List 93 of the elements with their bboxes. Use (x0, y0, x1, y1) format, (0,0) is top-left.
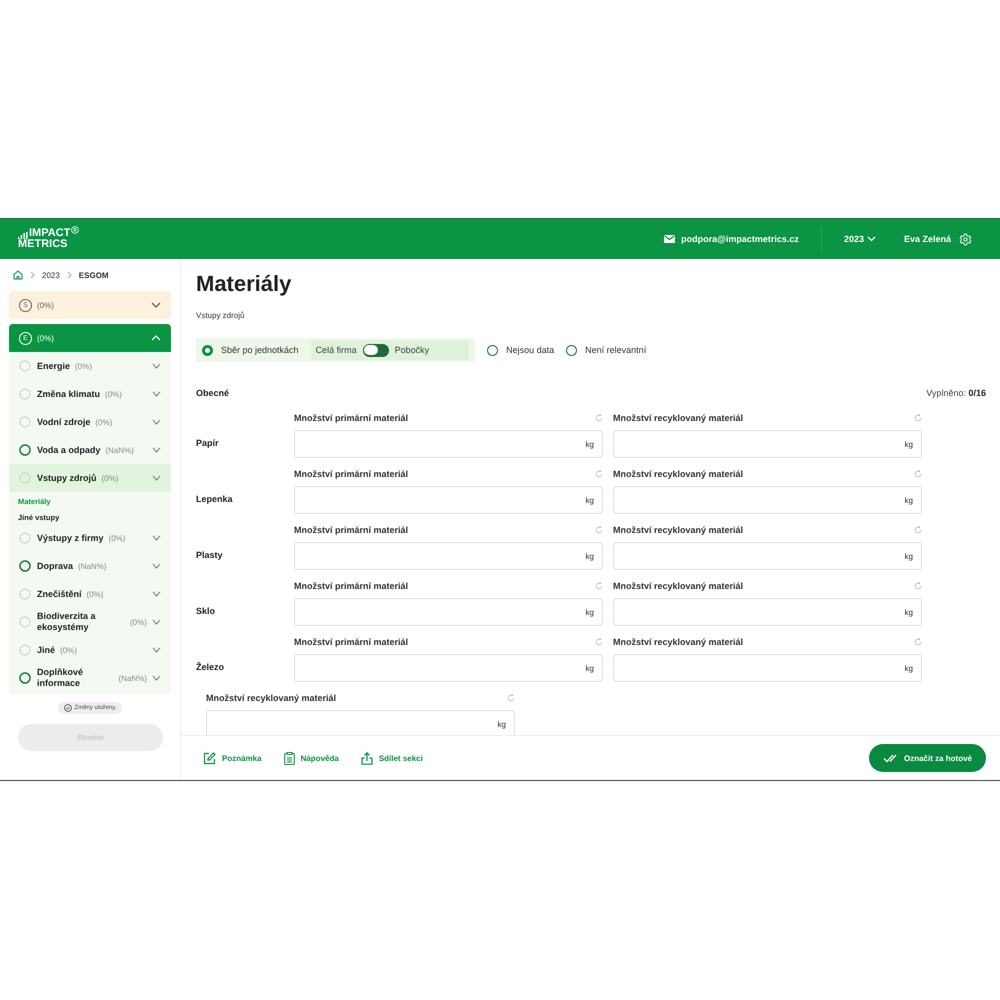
category-percent: (NaN%) (105, 446, 134, 454)
category-item[interactable]: Doprava (NaN%) (9, 552, 171, 580)
field-label: Množství recyklovaný materiál (613, 581, 744, 591)
input-field[interactable]: kg (613, 486, 922, 514)
breadcrumb-link[interactable]: 2023 (42, 270, 60, 280)
field-label: Množství recyklovaný materiál (613, 637, 744, 647)
radio-option[interactable]: Nejsou data (487, 344, 554, 356)
section-percent: (0%) (37, 300, 54, 310)
category-percent: (NaN%) (118, 674, 147, 682)
category-percent: (0%) (86, 590, 104, 598)
category-label: Doprava (37, 560, 74, 572)
input-field[interactable]: kg (294, 430, 603, 458)
category-percent: (0%) (130, 618, 147, 626)
row-label: Plasty (196, 550, 224, 562)
field-label: Množství primární materiál (294, 637, 408, 647)
unit-label: kg (586, 608, 594, 616)
category-item[interactable]: Vstupy zdrojů (0%) (9, 464, 171, 492)
radio-option[interactable]: Sběr po jednotkách (202, 344, 299, 356)
category-label: Voda a odpady (37, 444, 100, 456)
section-title: Obecné (196, 388, 230, 398)
category-label: Energie (37, 360, 70, 372)
category-item[interactable]: Jiné (0%) (9, 636, 171, 664)
field-label: Množství primární materiál (294, 525, 408, 535)
unit-label: kg (586, 496, 594, 504)
logo-text: IMPACT (29, 228, 70, 239)
category-percent: (NaN%) (78, 562, 106, 570)
category-label: Výstupy z firmy (37, 532, 104, 544)
field-label: Množství recyklovaný materiál (613, 469, 744, 479)
category-percent: (0%) (102, 474, 118, 482)
progress-text: Vyplněno: 0/16 (926, 388, 986, 398)
input-field[interactable]: kg (294, 486, 603, 514)
footer-action-link[interactable]: Poznámka (203, 752, 262, 764)
category-item[interactable]: Biodiverzita a ekosystémy (0%) (9, 608, 171, 636)
category-item[interactable]: Energie (0%) (9, 352, 171, 380)
unit-label: kg (904, 496, 913, 504)
row-label: Papír (196, 438, 220, 450)
year-dropdown[interactable]: 2023 (844, 234, 876, 244)
field-label: Množství primární materiál (294, 469, 408, 479)
unit-label: kg (904, 664, 913, 672)
field-label: Množství recyklovaný materiál (206, 693, 336, 703)
unit-label: kg (586, 664, 594, 672)
row-label: Železo (196, 662, 226, 674)
field-label: Množství primární materiál (294, 413, 408, 423)
category-percent: (0%) (95, 418, 112, 426)
category-label: Změna klimatu (37, 388, 100, 400)
input-field[interactable]: kg (294, 654, 603, 682)
category-percent: (0%) (105, 390, 122, 398)
unit-label: kg (904, 440, 913, 448)
toggle-label: Celá firma (316, 345, 357, 355)
unit-label: kg (904, 552, 913, 560)
radio-option[interactable]: Není relevantní (566, 344, 646, 356)
field-label: Množství recyklovaný materiál (613, 525, 744, 535)
input-field[interactable]: kg (613, 542, 922, 570)
category-percent: (0%) (60, 646, 77, 654)
input-field[interactable]: kg (613, 598, 922, 626)
category-item[interactable]: Změna klimatu (0%) (9, 380, 171, 408)
category-item[interactable]: Výstupy z firmy (0%) (9, 524, 171, 552)
category-item[interactable]: Znečištění (0%) (9, 580, 171, 608)
breadcrumb-link[interactable]: ESGOM (78, 270, 109, 280)
category-label: Vodní zdroje (37, 416, 90, 428)
unit-label: kg (498, 720, 506, 728)
unit-label: kg (586, 440, 594, 448)
category-item[interactable]: Vodní zdroje (0%) (9, 408, 171, 436)
input-field[interactable]: kg (294, 542, 603, 570)
input-field[interactable]: kg (206, 710, 515, 735)
category-percent: (0%) (108, 534, 126, 542)
row-label: Sklo (196, 606, 216, 618)
unit-label: kg (904, 608, 913, 616)
category-label: Vstupy zdrojů (37, 472, 97, 484)
category-item[interactable]: Doplňkové informace (NaN%) (9, 664, 171, 692)
footer-action-link[interactable]: Sdílet sekci (360, 752, 423, 764)
category-label: Biodiverzita a ekosystémy (37, 611, 97, 633)
category-item[interactable]: Voda a odpady (NaN%) (9, 436, 171, 464)
field-label: Množství recyklovaný materiál (613, 413, 744, 423)
logo-text: METRICS (18, 239, 68, 250)
input-field[interactable]: kg (613, 654, 922, 682)
email-link[interactable]: podpora@impactmetrics.cz (664, 234, 799, 244)
category-percent: (0%) (75, 362, 92, 370)
unit-label: kg (586, 552, 594, 560)
mark-done-button[interactable]: Označit za hotové (868, 744, 986, 772)
section-percent: (0%) (37, 334, 54, 342)
input-field[interactable]: kg (613, 430, 922, 458)
page-subtitle: Vstupy zdrojů (196, 311, 246, 320)
footer-action-link[interactable]: Nápověda (284, 752, 339, 764)
input-field[interactable]: kg (294, 598, 603, 626)
category-label: Jiné (37, 644, 56, 656)
user-name: Eva Zelená (904, 234, 951, 244)
category-label: Doplňkové informace (37, 667, 84, 689)
row-label: Lepenka (196, 494, 234, 506)
toggle-label: Pobočky (394, 345, 430, 355)
field-label: Množství primární materiál (294, 581, 408, 591)
page-title: Materiály (196, 271, 292, 297)
category-label: Znečištění (37, 588, 82, 600)
